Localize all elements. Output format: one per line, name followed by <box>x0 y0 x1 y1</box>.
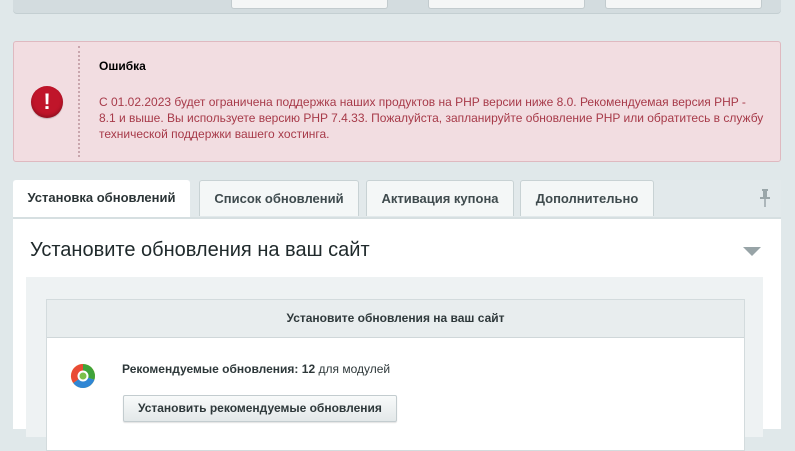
tab-additional[interactable]: Дополнительно <box>520 180 654 216</box>
error-message: С 01.02.2023 будет ограничена поддержка … <box>99 95 764 141</box>
inner-panel: Установите обновления на ваш сайт Рекоме… <box>26 277 763 451</box>
card-header: Установите обновления на ваш сайт <box>47 300 744 338</box>
recommended-updates-text: Рекомендуемые обновления: 12 для модулей <box>122 362 390 376</box>
recommended-label: Рекомендуемые обновления: <box>122 362 299 376</box>
tab-update-list[interactable]: Список обновлений <box>199 180 359 216</box>
collapse-triangle-icon[interactable] <box>743 247 761 256</box>
section-title: Установите обновления на ваш сайт <box>30 239 370 261</box>
error-divider <box>78 46 80 157</box>
recommended-count: 12 <box>301 362 316 376</box>
pin-icon[interactable] <box>759 189 771 207</box>
error-alert: ! Ошибка С 01.02.2023 будет ограничена п… <box>13 41 781 162</box>
error-title: Ошибка <box>99 59 146 73</box>
install-recommended-button[interactable]: Установить рекомендуемые обновления <box>123 395 397 422</box>
toolbar-button-3[interactable] <box>605 0 762 9</box>
recommended-suffix: для модулей <box>318 362 391 376</box>
exclamation-icon: ! <box>31 86 63 118</box>
top-toolbar <box>13 0 781 14</box>
tab-install-updates[interactable]: Установка обновлений <box>13 180 190 218</box>
tab-coupon-activation[interactable]: Активация купона <box>366 180 514 216</box>
tabs-bar: Установка обновлений Список обновлений А… <box>13 180 781 218</box>
main-content: Установите обновления на ваш сайт Устано… <box>13 217 781 451</box>
update-globe-icon <box>70 363 95 389</box>
toolbar-button-1[interactable] <box>231 0 388 9</box>
updates-card: Установите обновления на ваш сайт Рекоме… <box>46 299 745 451</box>
toolbar-button-2[interactable] <box>428 0 585 9</box>
